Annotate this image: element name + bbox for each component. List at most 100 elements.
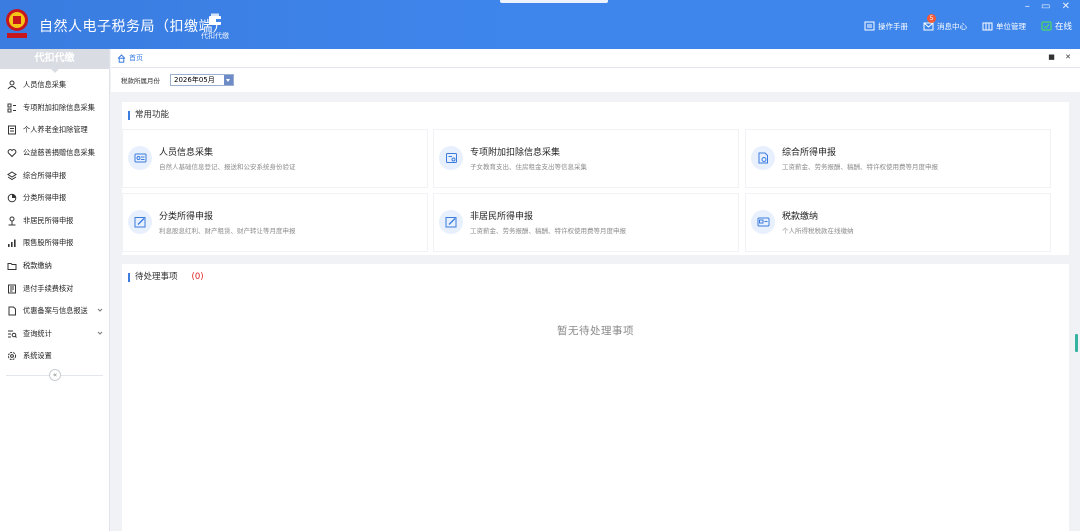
window-drag-handle[interactable] bbox=[500, 0, 608, 3]
period-value: 2026年05月 bbox=[174, 76, 215, 84]
card-title: 综合所得申报 bbox=[782, 148, 837, 158]
common-functions-title: 常用功能 bbox=[128, 111, 169, 120]
card-desc: 工资薪金、劳务报酬、稿酬、特许权使用费等月度申报 bbox=[782, 163, 938, 171]
sidebar-item-label: 系统设置 bbox=[23, 351, 52, 361]
card-personnel-info[interactable]: 人员信息采集 自然人基础信息登记、报送和公安系统身份验证 bbox=[122, 129, 428, 188]
sidebar-item-fee-refund[interactable]: 退付手续费核对 bbox=[0, 277, 109, 300]
home-icon bbox=[117, 53, 126, 63]
sidebar-item-personnel-info[interactable]: 人员信息采集 bbox=[0, 74, 109, 97]
sidebar: 代扣代缴 人员信息采集 专项附加扣除信息采集 个人养老金扣除管理 公益慈善捐赠信… bbox=[0, 49, 110, 531]
chevron-down-icon bbox=[97, 308, 103, 312]
settings-icon bbox=[7, 352, 17, 361]
dropdown-arrow-icon[interactable] bbox=[224, 75, 233, 85]
file-icon bbox=[8, 306, 16, 316]
card-title: 分类所得申报 bbox=[159, 212, 214, 222]
layers-icon bbox=[7, 171, 17, 180]
unit-label: 单位管理 bbox=[995, 21, 1026, 31]
tab-home[interactable]: 首页 bbox=[117, 53, 143, 63]
sidebar-item-label: 人员信息采集 bbox=[23, 80, 67, 90]
card-special-deduction[interactable]: 专项附加扣除信息采集 子女教育支出、住房租金支出等信息采集 bbox=[433, 129, 739, 188]
period-label: 税款所属月份 bbox=[121, 77, 160, 85]
sidebar-item-classified[interactable]: 分类所得申报 bbox=[0, 187, 109, 210]
card-comprehensive-report[interactable]: 综合所得申报 工资薪金、劳务报酬、稿酬、特许权使用费等月度申报 bbox=[745, 129, 1051, 188]
folder-icon bbox=[7, 263, 17, 271]
app-header: 自然人电子税务局（扣缴端） 代扣代缴 – ▭ ✕ 操作手册 5 消息中心 单位管… bbox=[0, 0, 1080, 49]
sidebar-item-label: 退付手续费核对 bbox=[23, 283, 74, 293]
edit-icon bbox=[439, 210, 463, 234]
pending-title: 待处理事项 (0) bbox=[128, 273, 204, 282]
card-desc: 利息股息红利、财产租赁、财产转让等月度申报 bbox=[159, 227, 296, 235]
card-title: 人员信息采集 bbox=[159, 148, 214, 158]
chevron-down-icon bbox=[97, 331, 103, 335]
charity-icon bbox=[7, 149, 17, 158]
sidebar-item-label: 个人养老金扣除管理 bbox=[23, 125, 88, 135]
card-desc: 个人所得税税款在线缴纳 bbox=[782, 227, 854, 235]
sidebar-item-query-stats[interactable]: 查询统计 bbox=[0, 323, 109, 346]
tab-bar: 首页 ■ ✕ bbox=[111, 49, 1080, 68]
sidebar-item-label: 税款缴纳 bbox=[23, 261, 52, 271]
online-label: 在线 bbox=[1054, 22, 1072, 32]
manual-label: 操作手册 bbox=[877, 21, 908, 31]
card-desc: 自然人基础信息登记、报送和公安系统身份验证 bbox=[159, 163, 296, 171]
unit-icon bbox=[982, 22, 993, 31]
card-tax-payment[interactable]: 税款缴纳 个人所得税税款在线缴纳 bbox=[745, 193, 1051, 252]
id-card-icon bbox=[128, 146, 152, 170]
sidebar-item-preferential-filing[interactable]: 优惠备案与信息报送 bbox=[0, 300, 109, 323]
sidebar-item-label: 公益慈善捐赠信息采集 bbox=[23, 148, 95, 158]
manual-button[interactable]: 操作手册 bbox=[864, 21, 908, 32]
sidebar-item-charity[interactable]: 公益慈善捐赠信息采集 bbox=[0, 142, 109, 165]
card-desc: 子女教育支出、住房租金支出等信息采集 bbox=[470, 163, 587, 171]
sidebar-title: 代扣代缴 bbox=[0, 49, 109, 73]
period-bar: 税款所属月份 2026年05月 bbox=[111, 68, 1080, 92]
card-title: 非居民所得申报 bbox=[470, 212, 534, 222]
sidebar-item-comprehensive[interactable]: 综合所得申报 bbox=[0, 164, 109, 187]
report-icon bbox=[751, 146, 775, 170]
message-badge: 5 bbox=[926, 13, 936, 23]
tax-emblem-logo bbox=[6, 9, 28, 38]
pending-empty-message: 暂无待处理事项 bbox=[557, 325, 634, 337]
sidebar-item-pension[interactable]: 个人养老金扣除管理 bbox=[0, 119, 109, 142]
deduction-icon bbox=[439, 146, 463, 170]
pie-icon bbox=[7, 193, 17, 203]
sidebar-item-tax-payment[interactable]: 税款缴纳 bbox=[0, 255, 109, 278]
sidebar-item-label: 查询统计 bbox=[23, 328, 52, 338]
sidebar-item-label: 限售股所得申报 bbox=[23, 238, 74, 248]
payment-icon bbox=[751, 210, 775, 234]
person-icon bbox=[7, 80, 17, 90]
card-title: 税款缴纳 bbox=[782, 212, 819, 222]
sidebar-item-restricted-stock[interactable]: 限售股所得申报 bbox=[0, 232, 109, 255]
card-nonresident-report[interactable]: 非居民所得申报 工资薪金、劳务报酬、稿酬、特许权使用费等月度申报 bbox=[433, 193, 739, 252]
tab-controls[interactable]: ■ ✕ bbox=[1048, 53, 1075, 61]
sidebar-item-label: 分类所得申报 bbox=[23, 193, 67, 203]
online-status[interactable]: 在线 bbox=[1041, 20, 1072, 32]
side-scroll-indicator[interactable] bbox=[1075, 334, 1078, 352]
pending-title-text: 待处理事项 bbox=[135, 272, 178, 282]
card-desc: 工资薪金、劳务报酬、稿酬、特许权使用费等月度申报 bbox=[470, 227, 626, 235]
header-actions: 操作手册 5 消息中心 单位管理 在线 bbox=[864, 13, 1072, 32]
sidebar-collapse-button[interactable]: « bbox=[49, 369, 61, 381]
sidebar-item-special-deduction[interactable]: 专项附加扣除信息采集 bbox=[0, 97, 109, 120]
message-label: 消息中心 bbox=[936, 21, 967, 31]
list-icon bbox=[7, 103, 16, 113]
sidebar-item-label: 专项附加扣除信息采集 bbox=[23, 102, 95, 112]
module-withholding-button[interactable]: 代扣代缴 bbox=[197, 13, 233, 41]
sidebar-menu: 人员信息采集 专项附加扣除信息采集 个人养老金扣除管理 公益慈善捐赠信息采集 综… bbox=[0, 74, 109, 368]
bar-chart-icon bbox=[8, 239, 16, 248]
online-icon bbox=[1041, 21, 1052, 31]
wallet-icon bbox=[209, 13, 221, 25]
edit-icon bbox=[128, 210, 152, 234]
window-controls[interactable]: – ▭ ✕ bbox=[1025, 1, 1074, 12]
sidebar-item-nonresident[interactable]: 非居民所得申报 bbox=[0, 210, 109, 233]
person-alt-icon bbox=[8, 216, 16, 226]
sidebar-item-settings[interactable]: 系统设置 bbox=[0, 345, 109, 368]
query-icon bbox=[8, 330, 17, 338]
unit-management-button[interactable]: 单位管理 bbox=[982, 21, 1026, 32]
sidebar-item-label: 综合所得申报 bbox=[23, 170, 67, 180]
sidebar-item-label: 优惠备案与信息报送 bbox=[23, 306, 88, 316]
pending-items-panel: 待处理事项 (0) 暂无待处理事项 bbox=[122, 264, 1069, 531]
manual-icon bbox=[864, 21, 875, 31]
message-center-button[interactable]: 5 消息中心 bbox=[923, 13, 967, 32]
period-select[interactable]: 2026年05月 bbox=[170, 74, 234, 86]
card-classified-report[interactable]: 分类所得申报 利息股息红利、财产租赁、财产转让等月度申报 bbox=[122, 193, 428, 252]
common-functions-panel: 常用功能 人员信息采集 自然人基础信息登记、报送和公安系统身份验证 专项附加扣除… bbox=[122, 102, 1069, 255]
